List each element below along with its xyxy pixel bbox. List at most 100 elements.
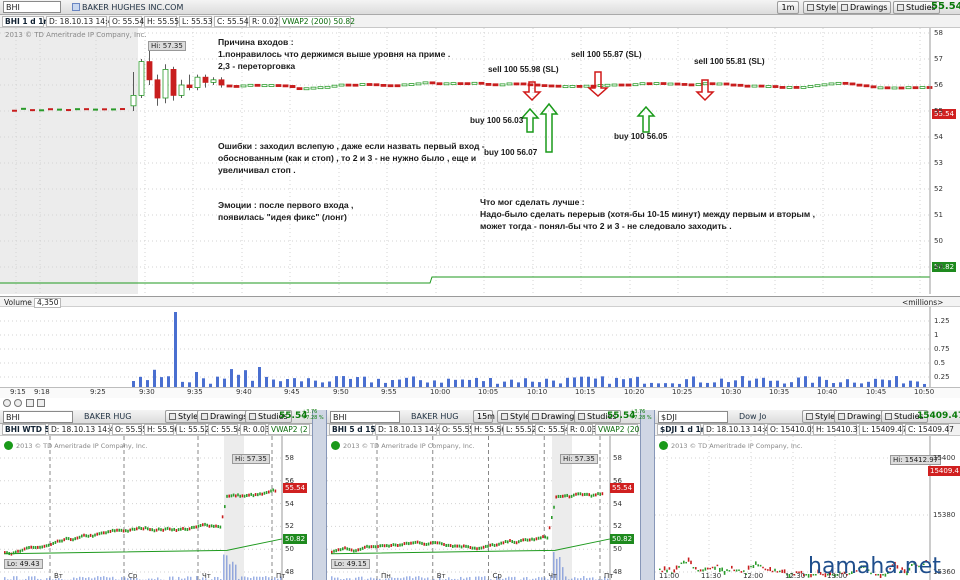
- main-price-chart[interactable]: [0, 28, 960, 294]
- candle: [531, 537, 533, 541]
- panel2-info-close: C: 55.54: [535, 424, 570, 435]
- panel1-drawings-button[interactable]: Drawings: [197, 410, 252, 423]
- day-axis-label: Ср: [492, 572, 502, 580]
- candle: [663, 566, 666, 571]
- candle: [408, 542, 410, 546]
- scroll-right-icon[interactable]: [37, 399, 45, 407]
- panel3-info-icon[interactable]: [659, 441, 668, 450]
- candle: [704, 567, 707, 571]
- volume-bar: [720, 378, 723, 387]
- panel2-info-icon[interactable]: [331, 441, 340, 450]
- candle: [506, 82, 513, 86]
- volume-bar: [398, 379, 401, 387]
- candle: [59, 539, 61, 543]
- candle: [471, 81, 478, 85]
- price-axis-label: 56: [285, 476, 294, 485]
- note-reason-1: 1.понравилось что держимся выше уровня н…: [218, 49, 451, 59]
- candle: [401, 83, 408, 87]
- volume-bar: [195, 371, 198, 387]
- candle: [526, 538, 529, 542]
- panel1-info-high: H: 55.56: [144, 424, 179, 435]
- candle: [87, 534, 90, 538]
- candle: [265, 491, 268, 495]
- candle: [779, 86, 786, 89]
- candle: [590, 494, 593, 498]
- candle: [67, 537, 70, 541]
- candle: [370, 545, 373, 549]
- volume-bar: [804, 376, 807, 387]
- panel2-info-low: L: 55.52: [503, 424, 537, 435]
- panel2-symbol-input[interactable]: BHI: [330, 411, 400, 423]
- candle: [173, 527, 175, 531]
- zoom-out-icon[interactable]: [3, 399, 11, 407]
- candle: [581, 493, 584, 497]
- candle: [432, 540, 434, 544]
- volume-bar: [146, 380, 149, 387]
- candle: [78, 535, 81, 539]
- candle: [246, 493, 248, 497]
- panel2-timeframe-button[interactable]: 15m: [473, 410, 495, 423]
- volume-bar: [510, 379, 513, 387]
- zoom-in-icon[interactable]: [14, 399, 22, 407]
- panel2-lo-tag: Lo: 49.15: [331, 559, 370, 569]
- candle: [146, 61, 153, 81]
- main-style-button[interactable]: Style: [803, 1, 841, 14]
- scroll-left-icon[interactable]: [26, 399, 34, 407]
- candle: [452, 544, 454, 548]
- panel1-info-icon[interactable]: [4, 441, 13, 450]
- volume-bar: [244, 576, 246, 580]
- panel3-info-date: D: 18.10.13 14:46: [703, 424, 774, 435]
- candle: [438, 541, 441, 545]
- panel1-toolbar: BHI BAKER HUG Style Drawings Studies 55.…: [0, 410, 312, 424]
- main-timeframe-button[interactable]: 1m: [777, 1, 799, 14]
- candle: [405, 541, 408, 545]
- candle: [474, 546, 476, 550]
- candle: [162, 528, 164, 532]
- trade-buy-3: buy 100 56.05: [614, 132, 668, 141]
- panel2-company: BAKER HUG: [411, 412, 459, 421]
- candle: [588, 493, 590, 497]
- candle: [346, 547, 348, 551]
- price-axis-label: 58: [934, 29, 943, 37]
- candle: [50, 543, 52, 547]
- candle: [416, 540, 419, 544]
- candle: [178, 84, 185, 96]
- candle: [19, 549, 21, 553]
- candle: [111, 528, 114, 532]
- panel3-symbol-input[interactable]: $DJI: [658, 411, 728, 423]
- volume-chart[interactable]: [0, 307, 960, 387]
- candle: [592, 493, 595, 497]
- volume-bar: [167, 376, 170, 387]
- candle: [898, 86, 905, 90]
- time-axis-label: 10:25: [672, 388, 693, 396]
- candle: [202, 523, 204, 527]
- chart-nav-controls[interactable]: [0, 398, 60, 408]
- candle: [668, 567, 671, 570]
- volume-bar: [196, 576, 198, 580]
- main-toolbar: BHI BAKER HUGHES INC.COM 1m Style Drawin…: [0, 0, 960, 15]
- candle: [184, 527, 186, 531]
- candle: [776, 571, 779, 573]
- volume-bar: [103, 576, 105, 580]
- candle: [752, 564, 755, 569]
- main-company-name: BAKER HUGHES INC.COM: [72, 3, 183, 12]
- main-drawings-button[interactable]: Drawings: [837, 1, 892, 14]
- volume-bar: [349, 378, 352, 387]
- candle: [548, 84, 555, 88]
- candle: [485, 83, 492, 86]
- main-symbol-input[interactable]: BHI: [3, 1, 61, 13]
- time-axis-label: 9:25: [90, 388, 106, 396]
- candle: [675, 565, 678, 570]
- candle: [171, 528, 173, 532]
- candle: [548, 526, 551, 530]
- panel1-symbol-input[interactable]: BHI: [3, 411, 73, 423]
- panel-divider-2[interactable]: [640, 410, 655, 580]
- candle: [499, 83, 506, 87]
- candle: [52, 541, 54, 545]
- main-last-price: 55.54: [931, 1, 960, 12]
- time-axis-label: 9:15: [10, 388, 26, 396]
- volume-bar: [187, 576, 189, 580]
- panel-divider-1[interactable]: [312, 410, 327, 580]
- volume-bar: [468, 379, 471, 387]
- volume-bar: [229, 564, 231, 580]
